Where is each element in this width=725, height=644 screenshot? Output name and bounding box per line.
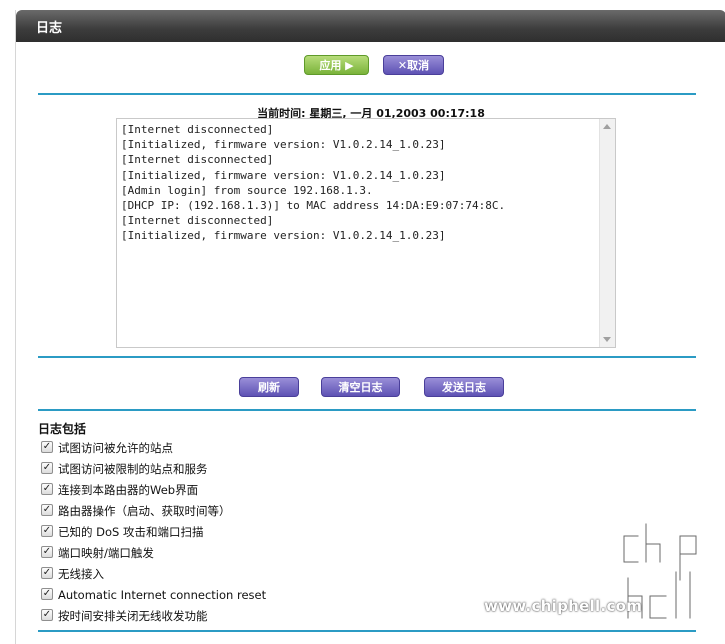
log-line: [Initialized, firmware version: V1.0.2.1… xyxy=(121,168,446,182)
log-option-label: 连接到本路由器的Web界面 xyxy=(58,483,199,497)
log-scrollbar[interactable] xyxy=(599,119,615,347)
log-option-checkbox[interactable]: ✓ xyxy=(41,483,53,495)
log-line: [Internet disconnected] xyxy=(121,123,274,136)
scroll-down-icon[interactable] xyxy=(603,337,611,342)
log-option-label: 路由器操作（启动、获取时间等） xyxy=(58,504,231,518)
log-textarea[interactable]: [Internet disconnected] [Initialized, fir… xyxy=(116,118,616,348)
log-option-label: 已知的 DoS 攻击和端口扫描 xyxy=(58,525,204,539)
log-option-checkbox[interactable]: ✓ xyxy=(41,546,53,558)
log-line: [Internet disconnected] xyxy=(121,153,274,167)
log-option-checkbox[interactable]: ✓ xyxy=(41,525,53,537)
divider xyxy=(38,409,696,411)
log-option-checkbox[interactable]: ✓ xyxy=(41,588,53,600)
apply-button[interactable]: 应用 ▶ xyxy=(304,55,369,75)
title-bar: 日志 xyxy=(16,10,725,42)
log-line: [Admin login] from source 192.168.1.3. xyxy=(121,183,373,197)
divider xyxy=(38,93,696,95)
log-content: [Internet disconnected] [Initialized, fir… xyxy=(121,122,505,244)
log-option-label: 试图访问被允许的站点 xyxy=(58,441,173,455)
send-log-button[interactable]: 发送日志 xyxy=(424,377,504,397)
log-option-checkbox[interactable]: ✓ xyxy=(41,609,53,621)
divider xyxy=(38,630,696,632)
log-line: [Initialized, firmware version: V1.0.2.1… xyxy=(121,138,446,152)
log-line: [DHCP IP: (192.168.1.3)] to MAC address … xyxy=(121,199,506,213)
clear-log-button[interactable]: 清空日志 xyxy=(321,377,400,397)
watermark-url: www.chiphell.com xyxy=(484,597,643,615)
log-option-label: 端口映射/端口触发 xyxy=(58,546,154,560)
refresh-button[interactable]: 刷新 xyxy=(239,377,299,397)
log-line: [Internet disconnected] xyxy=(121,214,274,228)
log-option-checkbox[interactable]: ✓ xyxy=(41,504,53,516)
scroll-up-icon[interactable] xyxy=(603,124,611,129)
log-includes-title: 日志包括 xyxy=(38,422,87,436)
log-line: [Initialized, firmware version: V1.0.2.1… xyxy=(121,229,446,243)
page-title: 日志 xyxy=(36,21,63,36)
log-option-checkbox[interactable]: ✓ xyxy=(41,567,53,579)
log-option-label: 无线接入 xyxy=(58,567,104,581)
log-option-checkbox[interactable]: ✓ xyxy=(41,441,53,453)
cancel-button[interactable]: ✕取消 xyxy=(383,55,444,75)
log-option-label: Automatic Internet connection reset xyxy=(58,588,267,602)
log-option-checkbox[interactable]: ✓ xyxy=(41,462,53,474)
log-option-label: 试图访问被限制的站点和服务 xyxy=(58,462,208,476)
divider xyxy=(38,356,696,358)
log-option-label: 按时间安排关闭无线收发功能 xyxy=(58,609,208,623)
